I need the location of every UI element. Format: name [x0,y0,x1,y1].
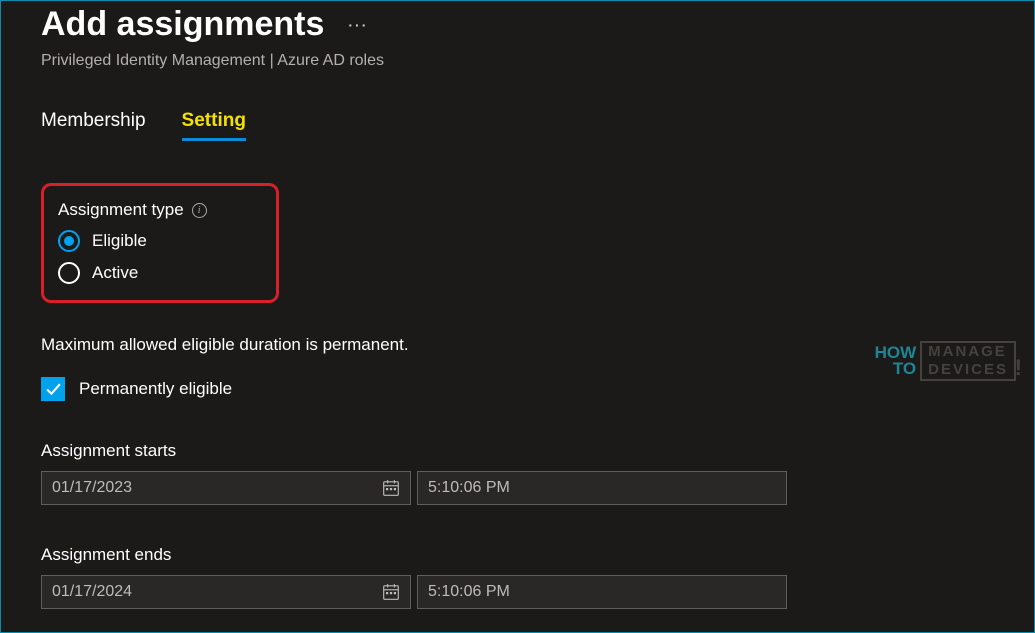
assignment-ends-time[interactable]: 5:10:06 PM [417,575,787,609]
watermark-logo: HOW TO MANAGE DEVICES [875,341,1016,381]
tab-membership[interactable]: Membership [41,110,146,141]
radio-icon [58,230,80,252]
assignment-starts-time-value: 5:10:06 PM [428,479,510,497]
assignment-ends-section: Assignment ends 01/17/2024 5:10:06 PM [41,545,994,609]
radio-icon [58,262,80,284]
calendar-icon [382,583,400,601]
assignment-type-radio-group: Eligible Active [58,230,262,284]
breadcrumb: Privileged Identity Management | Azure A… [41,52,994,70]
checkmark-icon [45,381,62,398]
assignment-type-section: Assignment type i Eligible Active [41,183,279,303]
assignment-type-label-text: Assignment type [58,200,184,220]
assignment-starts-time[interactable]: 5:10:06 PM [417,471,787,505]
assignment-ends-date[interactable]: 01/17/2024 [41,575,411,609]
permanently-eligible-checkbox[interactable] [41,377,65,401]
calendar-icon [382,479,400,497]
watermark-devices: DEVICES [922,361,1014,379]
watermark-to: TO [875,361,917,377]
assignment-ends-label: Assignment ends [41,545,994,565]
assignment-starts-date-value: 01/17/2023 [52,479,132,497]
watermark-manage: MANAGE [922,343,1014,361]
permanently-eligible-row: Permanently eligible [41,377,994,401]
assignment-ends-time-value: 5:10:06 PM [428,583,510,601]
assignment-starts-date[interactable]: 01/17/2023 [41,471,411,505]
assignment-ends-date-value: 01/17/2024 [52,583,132,601]
info-icon[interactable]: i [192,203,207,218]
page-title: Add assignments ··· [41,5,994,44]
permanently-eligible-label: Permanently eligible [79,379,232,399]
tab-setting[interactable]: Setting [182,110,246,141]
tabs: Membership Setting [41,110,994,141]
eligible-duration-info: Maximum allowed eligible duration is per… [41,335,994,355]
assignment-starts-section: Assignment starts 01/17/2023 5:10:06 PM [41,441,994,505]
radio-eligible[interactable]: Eligible [58,230,262,252]
radio-active-label: Active [92,263,138,283]
radio-eligible-label: Eligible [92,231,147,251]
more-icon[interactable]: ··· [348,17,368,33]
radio-active[interactable]: Active [58,262,262,284]
assignment-starts-label: Assignment starts [41,441,994,461]
assignment-type-label: Assignment type i [58,200,262,220]
page-title-text: Add assignments [41,5,324,44]
